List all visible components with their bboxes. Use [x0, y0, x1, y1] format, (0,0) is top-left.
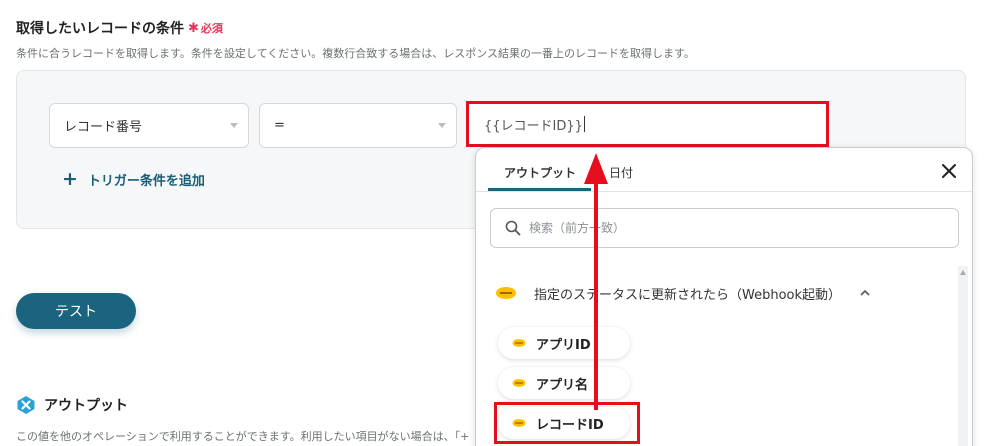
- test-button[interactable]: テスト: [16, 293, 136, 329]
- yoom-logo-icon: [17, 396, 35, 414]
- output-item-app-name[interactable]: アプリ名: [498, 367, 630, 399]
- add-trigger-condition-button[interactable]: + トリガー条件を追加: [62, 168, 205, 190]
- field-select-value: レコード番号: [64, 120, 143, 135]
- active-tab-indicator: [488, 188, 591, 191]
- popup-tabs: アウトプット 日付: [476, 148, 972, 192]
- trigger-group-title: 指定のステータスに更新されたら（Webhook起動）: [534, 287, 842, 303]
- field-select[interactable]: レコード番号: [49, 103, 249, 148]
- operator-select-value: =: [274, 118, 285, 133]
- chevron-down-icon: [438, 123, 446, 128]
- output-title-text: アウトプット: [44, 398, 128, 414]
- output-section-title: アウトプット: [16, 395, 128, 415]
- search-icon: [505, 220, 521, 236]
- condition-description: 条件に合うレコードを取得します。条件を設定してください。複数行合致する場合は、レ…: [16, 47, 695, 60]
- text-cursor: [583, 116, 585, 132]
- output-item-label: アプリID: [536, 337, 591, 353]
- add-trigger-label: トリガー条件を追加: [87, 174, 205, 189]
- condition-title-text: 取得したいレコードの条件: [16, 21, 184, 37]
- required-label: 必須: [200, 22, 223, 35]
- output-item-record-id[interactable]: レコードID: [498, 407, 630, 439]
- close-icon[interactable]: [938, 160, 960, 182]
- required-star-icon: ✱: [188, 20, 199, 36]
- search-box: [490, 208, 959, 248]
- tab-output[interactable]: アウトプット: [504, 164, 576, 181]
- plus-icon: +: [62, 168, 78, 190]
- condition-section-title: 取得したいレコードの条件 ✱ 必須: [16, 18, 223, 38]
- chevron-down-icon: [230, 123, 238, 128]
- kintone-icon: [512, 339, 526, 347]
- kintone-icon: [496, 287, 516, 299]
- output-item-label: レコードID: [536, 417, 604, 433]
- value-input-text: {{レコードID}}: [484, 118, 583, 134]
- popup-scrollbar[interactable]: [958, 266, 968, 446]
- tab-date[interactable]: 日付: [609, 164, 633, 181]
- output-item-label: アプリ名: [536, 377, 589, 393]
- scroll-up-arrow-icon[interactable]: [960, 270, 966, 275]
- output-item-app-id[interactable]: アプリID: [498, 327, 630, 359]
- kintone-icon: [512, 379, 526, 387]
- search-input[interactable]: [529, 221, 929, 235]
- kintone-icon: [512, 419, 526, 427]
- output-description: この値を他のオペレーションで利用することができます。利用したい項目がない場合は、…: [16, 430, 470, 443]
- trigger-group-header[interactable]: 指定のステータスに更新されたら（Webhook起動）: [492, 282, 871, 304]
- chevron-up-icon[interactable]: [859, 288, 871, 298]
- variable-picker-popup: アウトプット 日付 指定のステータスに更新されたら（Webhook起動） アプ: [475, 147, 973, 446]
- value-input[interactable]: {{レコードID}}: [466, 101, 829, 147]
- operator-select[interactable]: =: [259, 103, 457, 148]
